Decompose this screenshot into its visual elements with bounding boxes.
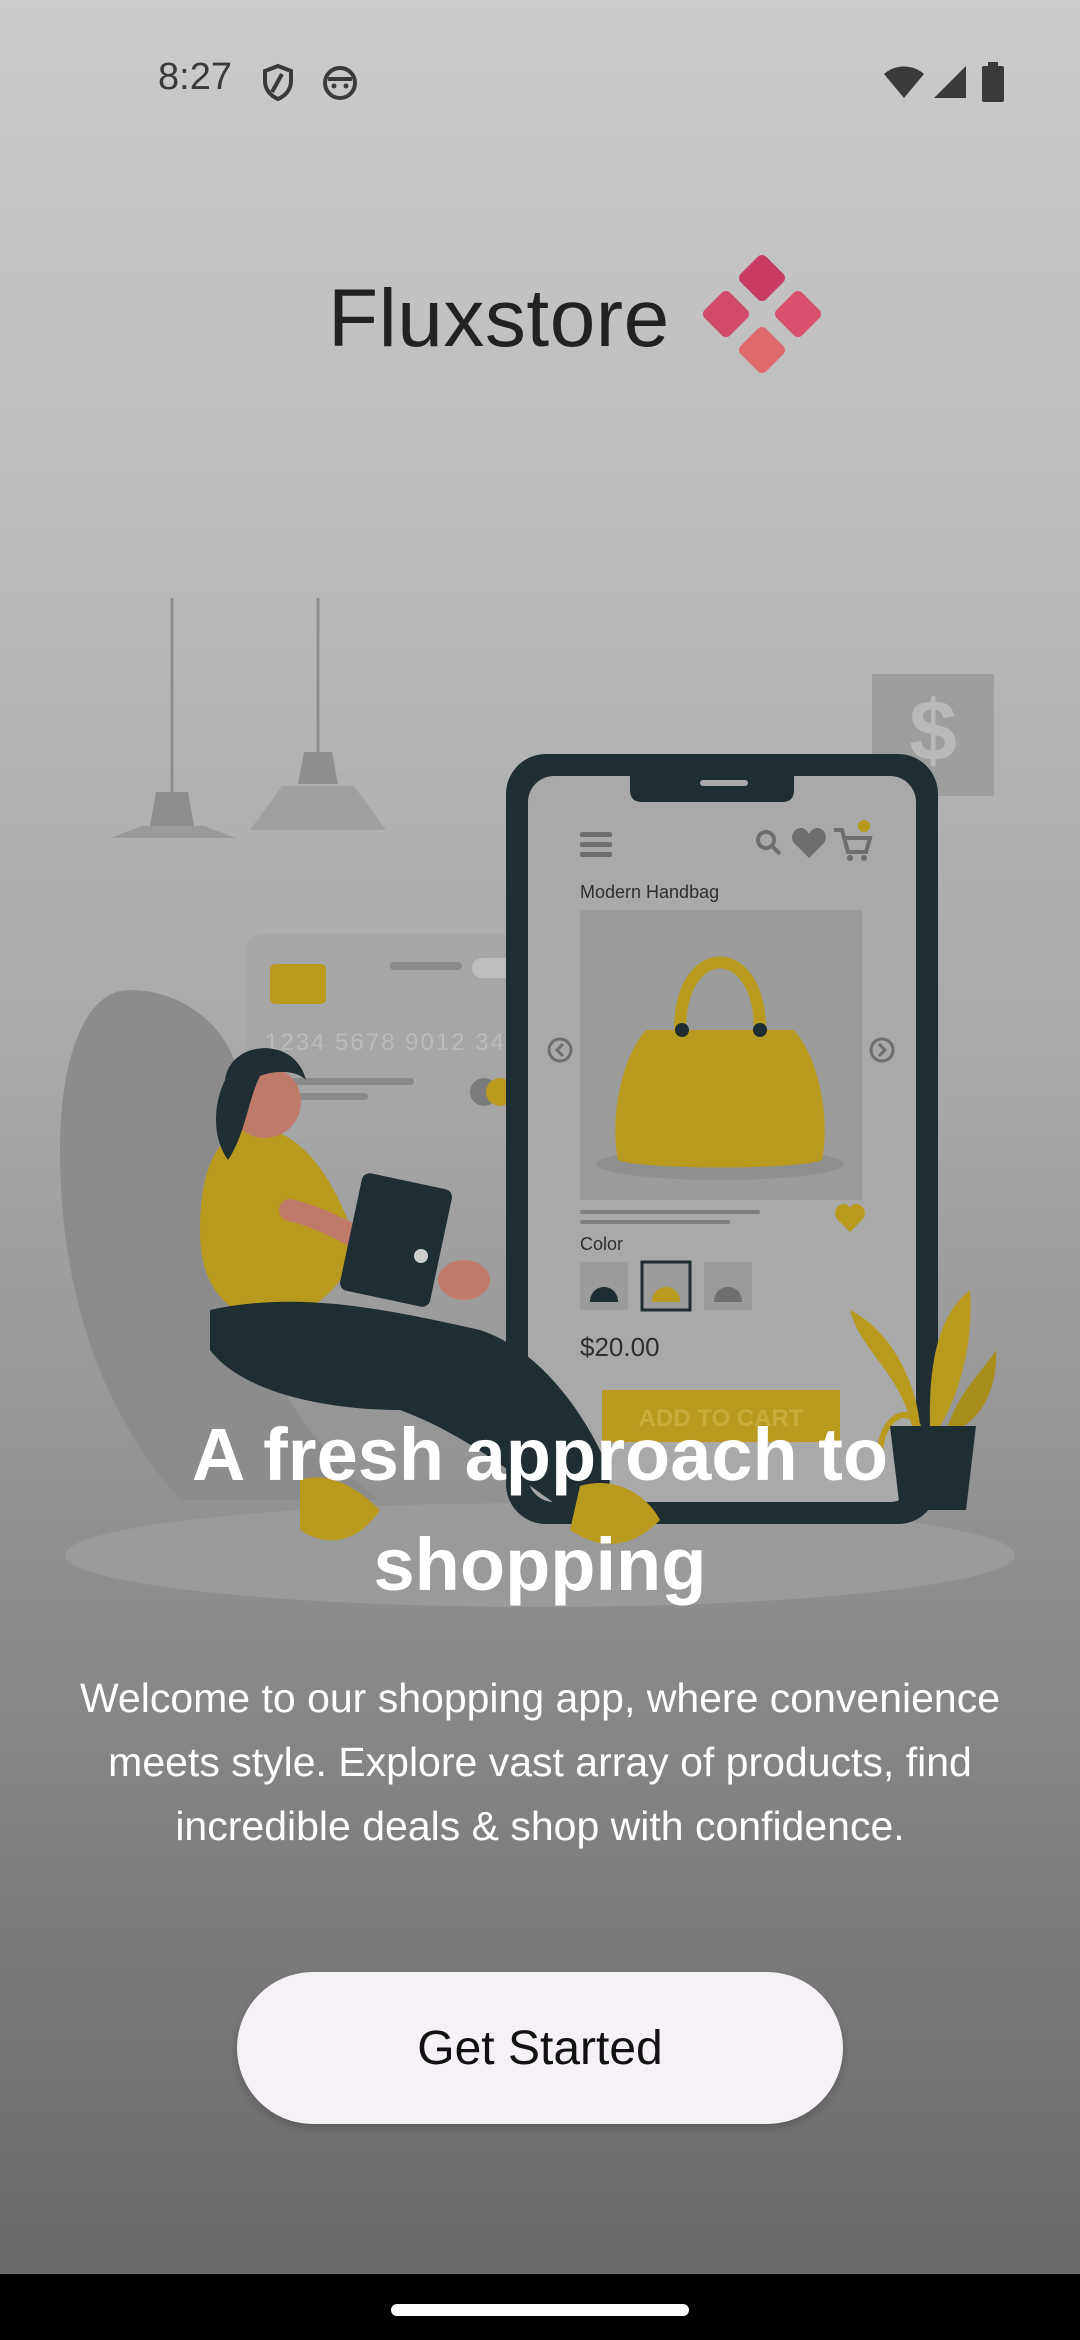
- tablet: [340, 1173, 452, 1307]
- onboarding-description: Welcome to our shopping app, where conve…: [79, 1675, 1001, 1849]
- handbag: [615, 1030, 825, 1168]
- get-started-button[interactable]: Get Started: [237, 1972, 843, 2124]
- battery-icon: [982, 62, 1004, 102]
- system-navigation-bar: [0, 2274, 1080, 2340]
- lamp-shade-right: [250, 786, 386, 830]
- color-swatch-grey: [704, 1262, 752, 1310]
- wifi-icon: [884, 66, 924, 98]
- cart-badge: [858, 820, 870, 832]
- android-face-icon: [323, 66, 357, 100]
- phone-notch: [630, 776, 794, 802]
- home-gesture-handle[interactable]: [391, 2304, 689, 2316]
- card-number: 1234 5678 9012 345: [265, 1029, 521, 1056]
- color-swatch-dark: [580, 1262, 628, 1310]
- color-swatch-yellow: [640, 1260, 692, 1312]
- cellular-signal-icon: [934, 66, 966, 98]
- shield-icon: [263, 63, 293, 102]
- status-bar: 8:27: [0, 0, 1080, 165]
- screen-product-title: Modern Handbag: [580, 882, 719, 902]
- screen-price: $20.00: [580, 1332, 660, 1362]
- lamp-left: [150, 792, 194, 826]
- card-chip: [270, 964, 326, 1004]
- brand-logo-icon: [703, 255, 821, 373]
- lamp-right: [298, 752, 338, 784]
- brand-header: Fluxstore: [0, 250, 1080, 380]
- brand-name: Fluxstore: [328, 273, 670, 364]
- status-time: 8:27: [158, 56, 232, 98]
- onboarding-headline: A fresh approach to shopping: [60, 1400, 1020, 1620]
- lamp-shade-left: [110, 826, 236, 838]
- headline-line-2: shopping: [373, 1523, 707, 1606]
- menu-icon: [580, 832, 612, 837]
- headline-line-1: A fresh approach to: [191, 1413, 889, 1496]
- color-label: Color: [580, 1234, 623, 1254]
